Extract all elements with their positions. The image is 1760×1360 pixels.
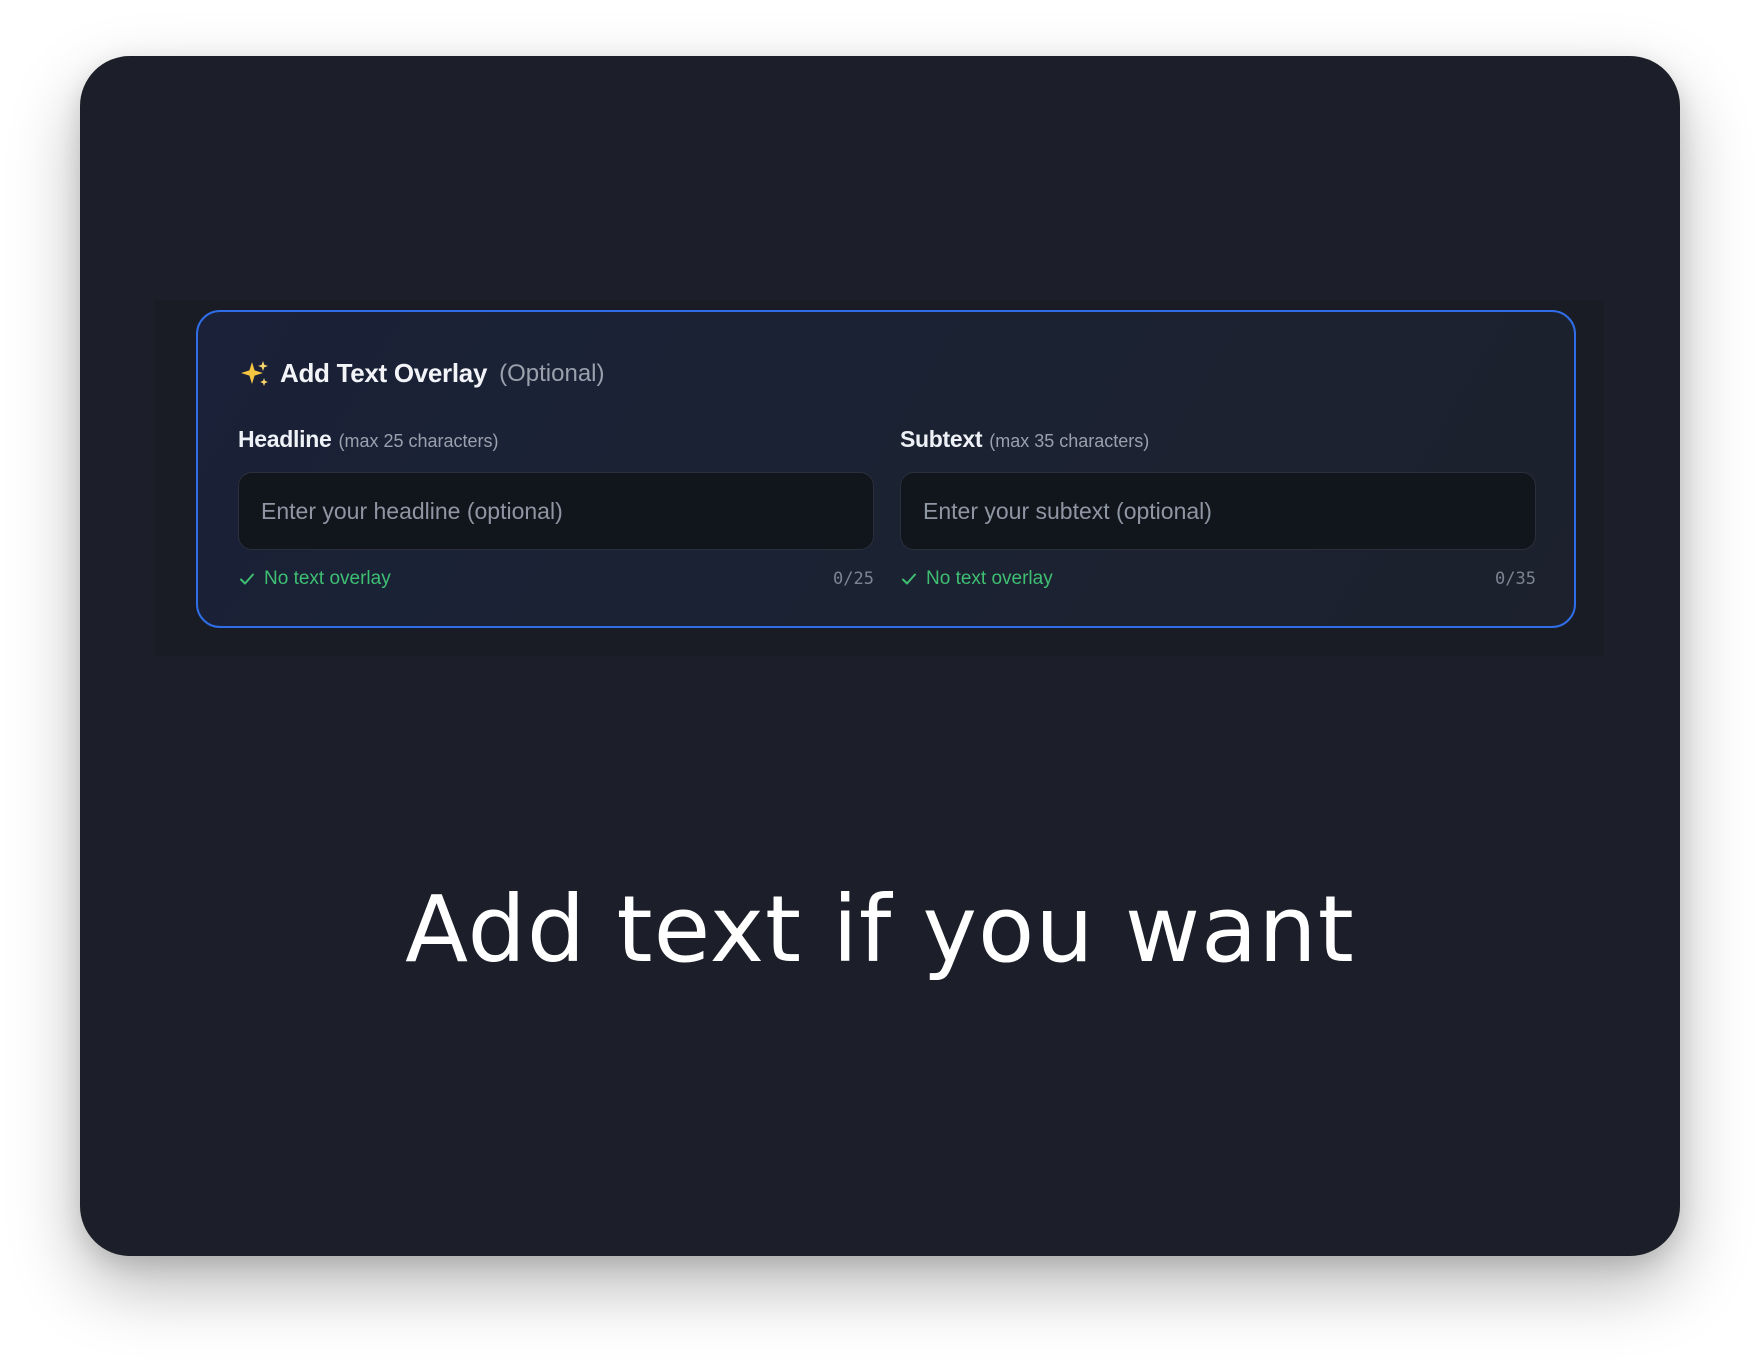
subtext-status-text: No text overlay <box>926 568 1053 589</box>
subtext-char-counter: 0/35 <box>1495 569 1536 589</box>
subtext-field: Subtext (max 35 characters) No text over… <box>900 426 1536 589</box>
headline-label-text: Headline <box>238 426 332 452</box>
subtext-footer: No text overlay 0/35 <box>900 564 1536 594</box>
check-icon <box>900 570 918 588</box>
headline-status: No text overlay <box>238 568 391 590</box>
panel-optional-note: (Optional) <box>499 359 605 387</box>
subtext-input[interactable] <box>900 472 1536 550</box>
headline-input[interactable] <box>238 472 874 550</box>
headline-field: Headline (max 25 characters) No text ove… <box>238 426 874 589</box>
sparkles-icon <box>240 359 270 389</box>
headline-limit-hint: (max 25 characters) <box>338 431 499 451</box>
panel-header: Add Text Overlay (Optional) <box>240 358 605 389</box>
headline-footer: No text overlay 0/25 <box>238 564 874 594</box>
headline-char-counter: 0/25 <box>833 569 874 589</box>
slide-card: Add Text Overlay (Optional) Headline (ma… <box>80 56 1680 1256</box>
subtext-label: Subtext (max 35 characters) <box>900 426 1536 458</box>
headline-status-text: No text overlay <box>264 568 391 589</box>
headline-label: Headline (max 25 characters) <box>238 426 874 458</box>
subtext-limit-hint: (max 35 characters) <box>989 431 1150 451</box>
screenshot-frame: Add Text Overlay (Optional) Headline (ma… <box>154 300 1604 656</box>
subtext-label-text: Subtext <box>900 426 983 452</box>
panel-title: Add Text Overlay <box>280 358 488 388</box>
check-icon <box>238 570 256 588</box>
slide-caption: Add text if you want <box>405 876 1355 983</box>
text-overlay-panel: Add Text Overlay (Optional) Headline (ma… <box>196 310 1576 628</box>
subtext-status: No text overlay <box>900 568 1053 590</box>
